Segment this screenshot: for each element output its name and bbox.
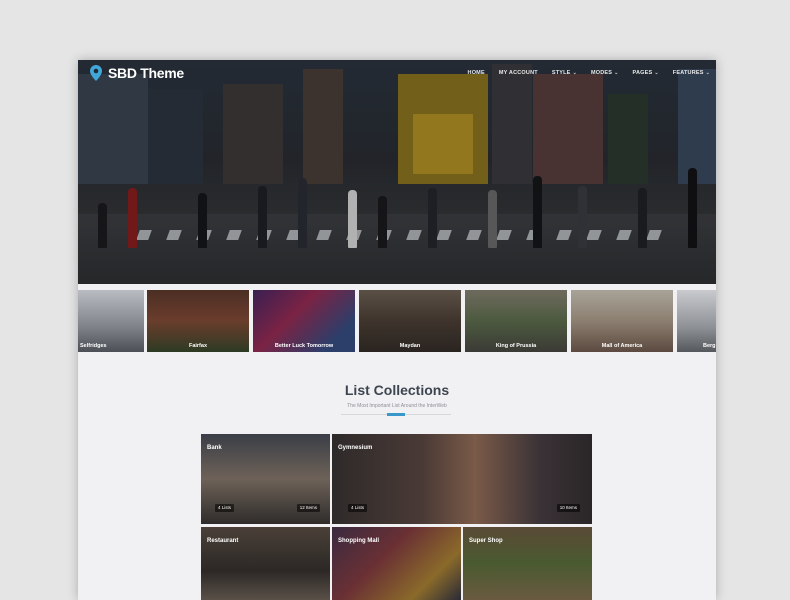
section-title: List Collections: [344, 382, 450, 398]
location-tile[interactable]: Fairfax: [147, 290, 249, 352]
nav-my-account[interactable]: MY ACCOUNT: [499, 70, 538, 76]
collection-card-gymnesium[interactable]: Gymnesium 4 Lists 10 Items: [332, 434, 592, 524]
location-tile[interactable]: Maydan: [359, 290, 461, 352]
collection-title: Restaurant: [207, 538, 239, 544]
items-count-badge: 12 Items: [296, 504, 320, 512]
collection-title: Bank: [207, 445, 222, 451]
lists-count-badge: 4 Lists: [348, 504, 368, 512]
location-tile[interactable]: King of Prussia: [465, 290, 567, 352]
collection-card-super-shop[interactable]: Super Shop: [463, 527, 592, 600]
chevron-down-icon: ⌄: [654, 70, 659, 76]
logo[interactable]: SBD Theme: [90, 65, 184, 81]
nav-home[interactable]: HOME: [468, 70, 485, 76]
nav-modes[interactable]: MODES ⌄: [591, 70, 619, 76]
nav-style[interactable]: STYLE ⌄: [552, 70, 577, 76]
location-label: Berg: [703, 343, 716, 349]
location-tile[interactable]: Better Luck Tomorrow: [253, 290, 355, 352]
hero-banner: SBD Theme HOME MY ACCOUNT STYLE ⌄ MODES …: [78, 60, 716, 284]
collection-title: Gymnesium: [338, 445, 373, 451]
collection-title: Super Shop: [469, 538, 503, 544]
main-nav: HOME MY ACCOUNT STYLE ⌄ MODES ⌄ PAGES ⌄ …: [468, 70, 710, 76]
location-label: Maydan: [399, 343, 421, 349]
location-label: Selfridges: [80, 343, 107, 349]
collection-card-restaurant[interactable]: Restaurant: [201, 527, 330, 600]
collection-card-shopping-mall[interactable]: Shopping Mall: [332, 527, 461, 600]
chevron-down-icon: ⌄: [705, 70, 710, 76]
divider-accent: [387, 413, 405, 416]
location-tile[interactable]: Mall of America: [571, 290, 673, 352]
nav-features[interactable]: FEATURES ⌄: [673, 70, 710, 76]
location-tile[interactable]: Berg: [677, 290, 716, 352]
map-pin-icon: [90, 65, 102, 81]
collection-title: Shopping Mall: [338, 538, 379, 544]
location-label: Better Luck Tomorrow: [274, 343, 334, 349]
nav-pages[interactable]: PAGES ⌄: [633, 70, 659, 76]
location-carousel: Selfridges Fairfax Better Luck Tomorrow …: [78, 290, 716, 352]
location-tile[interactable]: Selfridges: [78, 290, 144, 352]
page: SBD Theme HOME MY ACCOUNT STYLE ⌄ MODES …: [78, 60, 716, 600]
location-label: Mall of America: [601, 343, 643, 349]
logo-text: SBD Theme: [108, 65, 184, 81]
location-label: Fairfax: [188, 343, 208, 349]
section-subtitle: The Most Important List Around the Inter…: [347, 403, 447, 409]
location-label: King of Prussia: [495, 343, 537, 349]
chevron-down-icon: ⌄: [572, 70, 577, 76]
items-count-badge: 10 Items: [556, 504, 580, 512]
chevron-down-icon: ⌄: [614, 70, 619, 76]
collection-card-bank[interactable]: Bank 4 Lists 12 Items: [201, 434, 330, 524]
lists-count-badge: 4 Lists: [215, 504, 235, 512]
